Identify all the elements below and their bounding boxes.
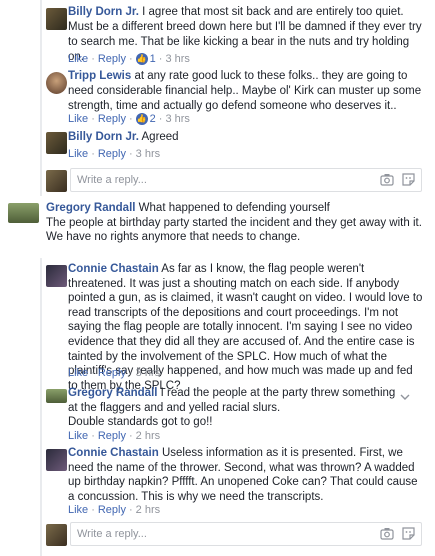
- timestamp[interactable]: 3 hrs: [165, 53, 189, 65]
- reply-actions: Like · Reply · 3 hrs: [68, 367, 161, 379]
- reply-button[interactable]: Reply: [98, 53, 126, 65]
- author-name[interactable]: Connie Chastain: [68, 263, 159, 275]
- comment-text: The people at birthday party started the…: [46, 216, 422, 229]
- avatar[interactable]: [46, 389, 67, 403]
- like-reaction-icon: 👍: [135, 113, 148, 125]
- camera-icon[interactable]: [380, 173, 394, 186]
- chevron-down-icon[interactable]: [400, 392, 410, 402]
- like-reaction-icon: 👍: [135, 53, 148, 65]
- timestamp[interactable]: 3 hrs: [165, 113, 189, 125]
- reply-button[interactable]: Reply: [98, 113, 126, 125]
- like-button[interactable]: Like: [68, 113, 88, 125]
- reply-button[interactable]: Reply: [98, 367, 126, 379]
- reply-button[interactable]: Reply: [98, 148, 126, 160]
- camera-icon[interactable]: [380, 527, 394, 540]
- reply-button[interactable]: Reply: [98, 430, 126, 442]
- reply-actions: Like · Reply · 2 hrs: [68, 430, 161, 442]
- timestamp[interactable]: 3 hrs: [136, 367, 160, 379]
- reply-text: Gregory Randall I read the people at the…: [68, 386, 398, 430]
- author-name[interactable]: Billy Dorn Jr.: [68, 131, 139, 143]
- author-name[interactable]: Billy Dorn Jr.: [68, 6, 139, 18]
- current-user-avatar: [46, 170, 67, 192]
- thread-line: [40, 0, 42, 196]
- author-name[interactable]: Gregory Randall: [46, 202, 135, 214]
- comment-text: What happened to defending yourself: [138, 202, 330, 214]
- reply-actions: Like · Reply · 👍 1 · 3 hrs: [68, 53, 190, 65]
- avatar[interactable]: [8, 203, 39, 223]
- avatar[interactable]: [46, 449, 67, 471]
- avatar[interactable]: [46, 132, 67, 154]
- like-button[interactable]: Like: [68, 53, 88, 65]
- reply-text: Tripp Lewis at any rate good luck to the…: [68, 69, 423, 114]
- comment-text-block: Gregory Randall What happened to defendi…: [46, 201, 426, 245]
- timestamp[interactable]: 2 hrs: [136, 430, 160, 442]
- reply-button[interactable]: Reply: [98, 504, 126, 516]
- like-button[interactable]: Like: [68, 504, 88, 516]
- comment-text: Agreed: [141, 131, 179, 143]
- timestamp[interactable]: 2 hrs: [136, 504, 160, 516]
- current-user-avatar: [46, 524, 67, 546]
- author-name[interactable]: Tripp Lewis: [68, 70, 131, 82]
- timestamp[interactable]: 3 hrs: [136, 148, 160, 160]
- sticker-icon[interactable]: [402, 173, 415, 186]
- like-button[interactable]: Like: [68, 367, 88, 379]
- sticker-icon[interactable]: [402, 527, 415, 540]
- reply-actions: Like · Reply · 2 hrs: [68, 504, 161, 516]
- reply-text: Connie Chastain Useless information as i…: [68, 446, 423, 504]
- comment-text: We have no rights anymore that needs to …: [46, 231, 301, 243]
- reply-actions: Like · Reply · 3 hrs: [68, 148, 161, 160]
- author-name[interactable]: Connie Chastain: [68, 447, 159, 459]
- reply-input-box[interactable]: [70, 522, 422, 546]
- avatar[interactable]: [46, 265, 67, 287]
- avatar[interactable]: [46, 72, 67, 94]
- reaction-count[interactable]: 👍 2: [135, 113, 156, 125]
- reaction-count[interactable]: 👍 1: [135, 53, 156, 65]
- author-name[interactable]: Gregory Randall: [68, 387, 157, 399]
- thread-line: [40, 258, 42, 556]
- reply-input[interactable]: [71, 523, 316, 545]
- like-button[interactable]: Like: [68, 430, 88, 442]
- like-button[interactable]: Like: [68, 148, 88, 160]
- reply-input[interactable]: [71, 169, 316, 191]
- avatar[interactable]: [46, 8, 67, 30]
- reply-input-box[interactable]: [70, 168, 422, 192]
- reply-actions: Like · Reply · 👍 2 · 3 hrs: [68, 113, 190, 125]
- comment-text: Double standards got to go!!: [68, 416, 213, 429]
- reply-text: Billy Dorn Jr. Agreed: [68, 130, 423, 145]
